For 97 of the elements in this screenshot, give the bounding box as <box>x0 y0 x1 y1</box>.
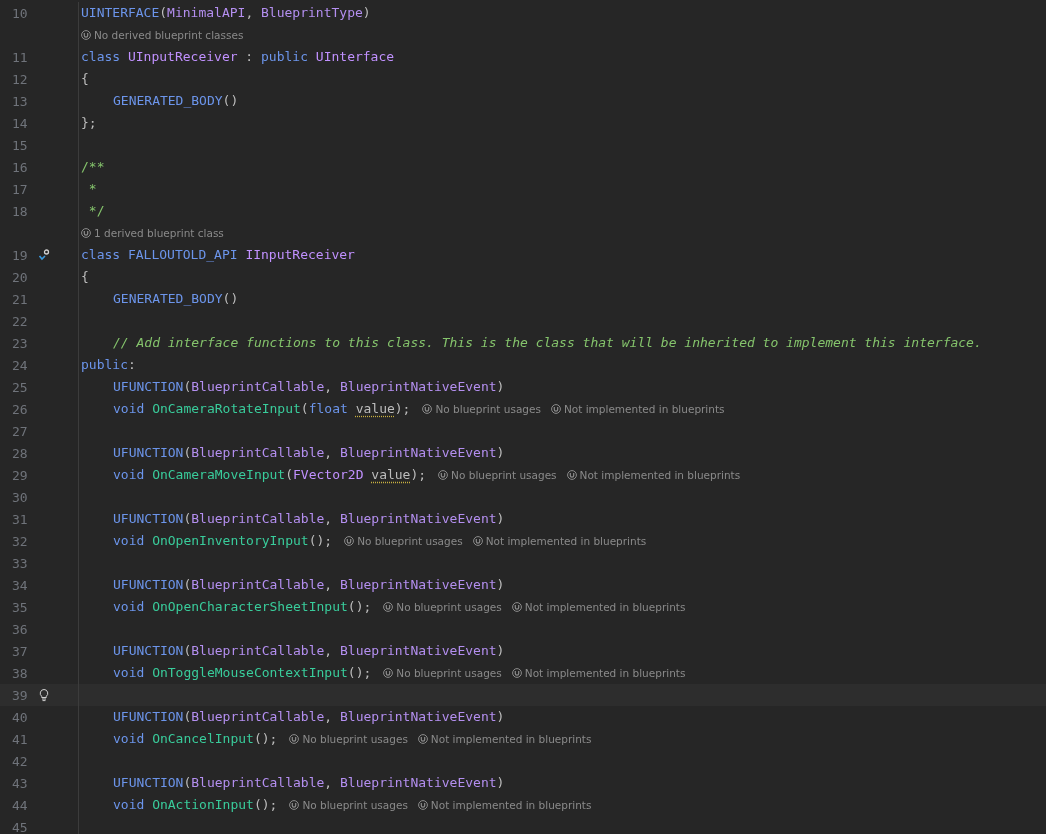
blueprint-hint-icon <box>511 602 522 612</box>
code-vision-hint[interactable]: No blueprint usages <box>396 667 502 679</box>
blueprint-hint-icon <box>81 228 91 238</box>
blueprint-hint-icon <box>383 668 394 678</box>
code-line: GENERATED_BODY() <box>113 92 239 110</box>
line-number: 28 <box>12 445 29 461</box>
code-line: void OnActionInput(); <box>113 796 278 814</box>
code-vision-hint[interactable]: Not implemented in blueprints <box>430 733 592 745</box>
code-line: UFUNCTION(BlueprintCallable, BlueprintNativeEvent) <box>113 576 505 594</box>
code-line: UINTERFACE(MinimalAPI, BlueprintType) <box>81 4 371 22</box>
blueprint-hint-icon <box>383 602 394 612</box>
code-vision-hint[interactable]: Not implemented in blueprints <box>563 403 725 415</box>
line-number: 17 <box>12 181 29 197</box>
line-number: 29 <box>12 467 29 483</box>
line-number: 10 <box>12 5 29 21</box>
line-number: 43 <box>12 775 29 791</box>
line-number: 38 <box>12 665 29 681</box>
line-number: 15 <box>12 137 29 153</box>
code-line: GENERATED_BODY() <box>113 290 239 308</box>
line-number: 41 <box>12 731 29 747</box>
code-vision-hint[interactable]: Not implemented in blueprints <box>524 667 686 679</box>
line-number: 37 <box>12 643 29 659</box>
code-line: class UInputReceiver : public UInterface <box>81 48 395 66</box>
code-vision-hint[interactable]: Not implemented in blueprints <box>524 601 686 613</box>
line-number: 13 <box>12 93 29 109</box>
lightbulb-icon[interactable] <box>38 688 50 702</box>
line-number: 19 <box>12 247 29 263</box>
line-number: 20 <box>12 269 29 285</box>
code-line: UFUNCTION(BlueprintCallable, BlueprintNativeEvent) <box>113 642 505 660</box>
line-number: 14 <box>12 115 29 131</box>
code-vision-hint[interactable]: No blueprint usages <box>396 601 502 613</box>
blueprint-hint-icon <box>289 800 300 810</box>
line-number: 39 <box>12 687 29 703</box>
line-number: 40 <box>12 709 29 725</box>
line-number: 30 <box>12 489 29 505</box>
code-line: }; <box>81 114 97 132</box>
code-vision-hint[interactable]: Not implemented in blueprints <box>485 535 647 547</box>
code-line: { <box>81 268 89 286</box>
code-vision-hint[interactable]: 1 derived blueprint class <box>94 227 224 239</box>
blueprint-hint-icon <box>550 404 561 414</box>
blueprint-hint-icon <box>417 734 428 744</box>
code-line: void OnCameraRotateInput(float value); <box>113 400 411 418</box>
line-number: 34 <box>12 577 29 593</box>
code-line: * <box>87 180 97 198</box>
code-line: void OnOpenCharacterSheetInput(); <box>113 598 372 616</box>
blueprint-hint-icon <box>417 800 428 810</box>
line-number: 16 <box>12 159 29 175</box>
code-vision-hint[interactable]: Not implemented in blueprints <box>579 469 741 481</box>
blueprint-hint-icon <box>472 536 483 546</box>
line-number: 18 <box>12 203 29 219</box>
blueprint-hint-icon <box>344 536 355 546</box>
line-number: 27 <box>12 423 29 439</box>
line-number: 21 <box>12 291 29 307</box>
line-number: 24 <box>12 357 29 373</box>
code-line: // Add interface functions to this class. This is the class that will be inherited to implement this interface. <box>113 334 982 352</box>
code-line: public: <box>81 356 136 374</box>
code-line: UFUNCTION(BlueprintCallable, BlueprintNativeEvent) <box>113 378 505 396</box>
line-number: 12 <box>12 71 29 87</box>
code-line: void OnCameraMoveInput(FVector2D value); <box>113 466 427 484</box>
line-number: 33 <box>12 555 29 571</box>
code-vision-hint[interactable]: No blueprint usages <box>302 799 408 811</box>
blueprint-hint-icon <box>81 30 91 40</box>
code-line: void OnOpenInventoryInput(); <box>113 532 333 550</box>
line-number: 26 <box>12 401 29 417</box>
code-line: void OnCancelInput(); <box>113 730 278 748</box>
blueprint-hint-icon <box>422 404 433 414</box>
code-line: { <box>81 70 89 88</box>
blueprint-hint-icon <box>566 470 577 480</box>
code-line: class FALLOUTOLD_API IInputReceiver <box>81 246 355 264</box>
code-line: UFUNCTION(BlueprintCallable, BlueprintNativeEvent) <box>113 774 505 792</box>
code-line: UFUNCTION(BlueprintCallable, BlueprintNativeEvent) <box>113 510 505 528</box>
line-number: 36 <box>12 621 29 637</box>
line-number: 25 <box>12 379 29 395</box>
line-number: 45 <box>12 819 29 834</box>
line-number: 11 <box>12 49 29 65</box>
code-line: UFUNCTION(BlueprintCallable, BlueprintNativeEvent) <box>113 444 505 462</box>
code-vision-hint[interactable]: No blueprint usages <box>435 403 541 415</box>
code-vision-hint[interactable]: No derived blueprint classes <box>94 29 244 41</box>
code-vision-hint[interactable]: Not implemented in blueprints <box>430 799 592 811</box>
blueprint-hint-icon <box>511 668 522 678</box>
line-number: 22 <box>12 313 29 329</box>
line-number: 35 <box>12 599 29 615</box>
code-vision-hint[interactable]: No blueprint usages <box>357 535 463 547</box>
line-number: 44 <box>12 797 29 813</box>
line-number: 32 <box>12 533 29 549</box>
code-line: UFUNCTION(BlueprintCallable, BlueprintNativeEvent) <box>113 708 505 726</box>
code-line: void OnToggleMouseContextInput(); <box>113 664 372 682</box>
blueprint-hint-icon <box>438 470 449 480</box>
line-number: 23 <box>12 335 29 351</box>
code-vision-hint[interactable]: No blueprint usages <box>302 733 408 745</box>
line-number: 42 <box>12 753 29 769</box>
line-number: 31 <box>12 511 29 527</box>
implemented-marker-icon[interactable] <box>38 249 50 261</box>
blueprint-hint-icon <box>289 734 300 744</box>
code-line: /** <box>81 158 105 176</box>
code-line: */ <box>87 202 105 220</box>
code-vision-hint[interactable]: No blueprint usages <box>451 469 557 481</box>
